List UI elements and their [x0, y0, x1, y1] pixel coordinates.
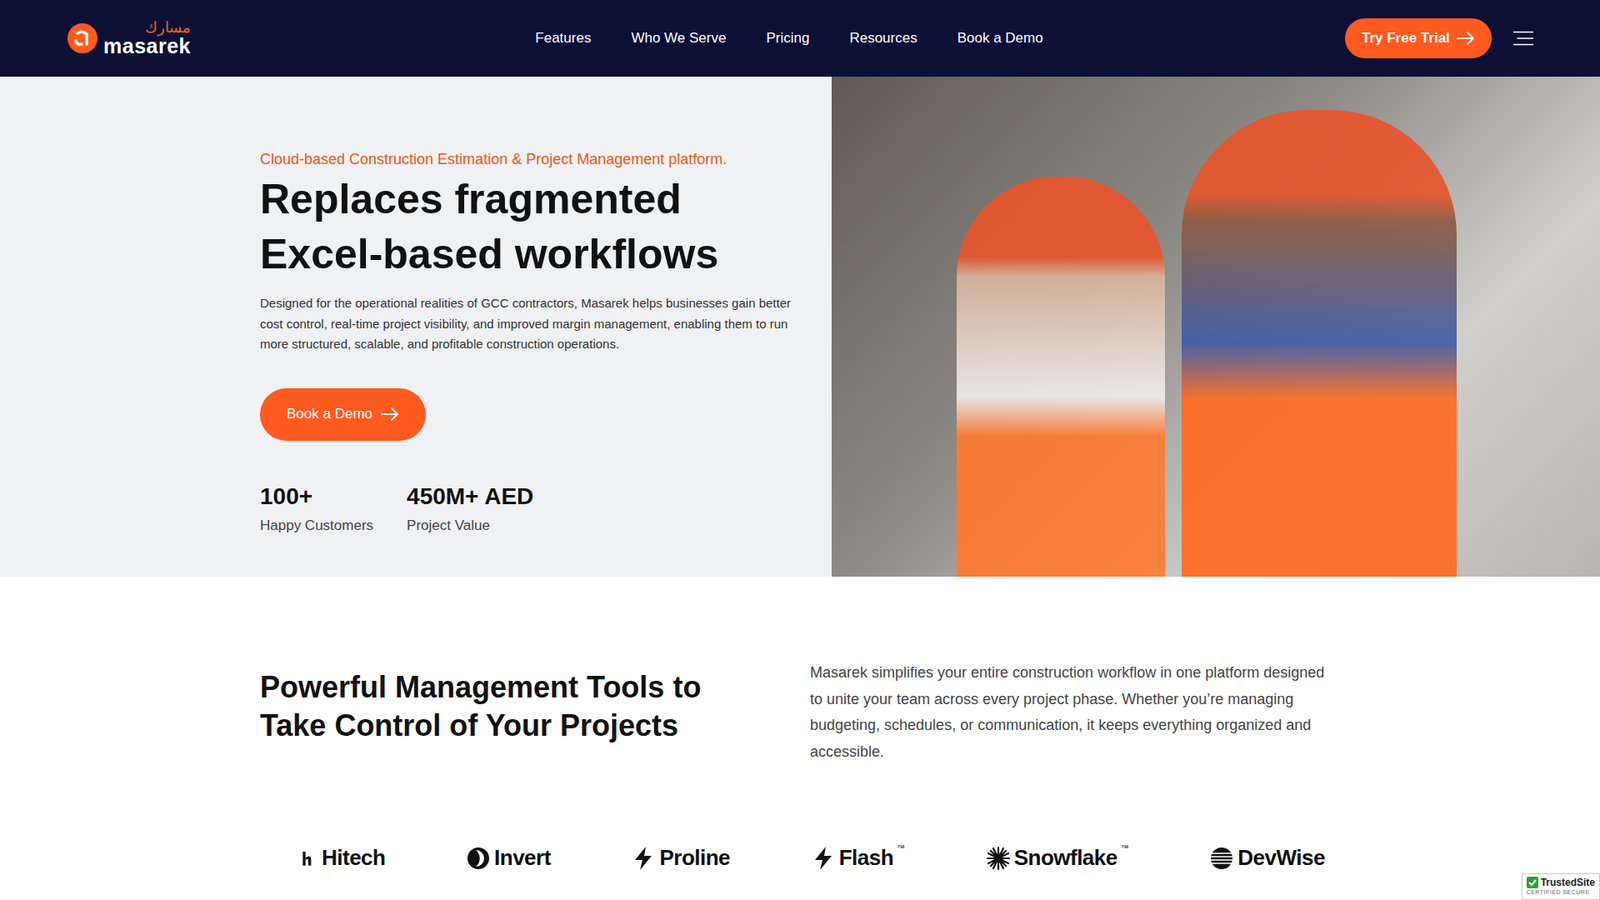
stat-value: 100+ — [260, 482, 374, 511]
navbar: مساركmasarek Features Who We Serve Pricing R… — [0, 0, 1600, 77]
invert-logo-icon — [465, 845, 491, 871]
page: مساركmasarek Features Who We Serve Pricing R… — [0, 0, 1600, 900]
devwise-logo-icon — [1209, 845, 1235, 871]
client-logo: Flash™ — [810, 841, 905, 875]
check-icon — [1526, 876, 1539, 889]
client-logo: DevWise — [1209, 841, 1325, 875]
brand-name: masarek — [103, 35, 191, 57]
hero-photo — [831, 76, 1600, 577]
brand-logo[interactable]: مساركmasarek — [66, 20, 234, 57]
bolt-logo-icon — [810, 845, 836, 871]
hero-title: Replaces fragmentedExcel-based workflows — [260, 171, 799, 282]
arrow-right-icon — [380, 407, 400, 421]
menu-icon[interactable] — [1513, 28, 1534, 49]
client-logo: Hitech — [301, 841, 385, 875]
hero-stats: 100+ Happy Customers 450M+ AED Project Valu… — [260, 482, 799, 536]
free-trial-button[interactable]: Try Free Trial — [1345, 18, 1492, 59]
nav-link[interactable]: Who We Serve — [630, 27, 726, 50]
snowflake-logo-icon — [985, 845, 1011, 871]
nav-link[interactable]: Pricing — [765, 27, 810, 50]
tools-description: Masarek simplifies your entire construct… — [810, 660, 1334, 765]
tools-section: Powerful Management Tools toTake Control… — [0, 576, 1600, 875]
nav-links: Features Who We Serve Pricing Resources Book… — [535, 27, 1043, 50]
book-demo-button[interactable]: Book a Demo — [260, 388, 426, 441]
stat-label: Happy Customers — [260, 515, 374, 536]
client-logos: Hitech Invert Proline Flash™ Snowflake™ DevWi… — [260, 841, 1334, 875]
stat-value: 450M+ AED — [406, 482, 534, 511]
hitech-logo-icon — [301, 845, 319, 871]
arrow-right-icon — [1456, 31, 1475, 45]
stat: 100+ Happy Customers — [260, 482, 374, 536]
client-logo: Proline — [630, 841, 730, 875]
hero-eyebrow: Cloud-based Construction Estimation & Pr… — [260, 148, 799, 170]
client-logo: Invert — [465, 841, 551, 875]
bolt-logo-icon — [630, 845, 656, 871]
stat: 450M+ AED Project Value — [406, 482, 534, 536]
hero: Cloud-based Construction Estimation & Pr… — [0, 76, 1600, 577]
brand-arabic: مسارك — [103, 20, 191, 35]
nav-link[interactable]: Book a Demo — [957, 27, 1044, 50]
hero-content: Cloud-based Construction Estimation & Pr… — [0, 76, 832, 577]
stat-label: Project Value — [406, 515, 534, 536]
masarek-mark-icon — [66, 22, 99, 55]
trusted-site-badge[interactable]: TrustedSiteCERTIFIED SECURE — [1521, 873, 1600, 900]
nav-link[interactable]: Features — [535, 27, 591, 50]
client-logo: Snowflake™ — [985, 841, 1130, 875]
nav-link[interactable]: Resources — [849, 27, 917, 50]
hero-description: Designed for the operational realities o… — [260, 293, 799, 355]
tools-title: Powerful Management Tools toTake Control… — [260, 668, 810, 765]
